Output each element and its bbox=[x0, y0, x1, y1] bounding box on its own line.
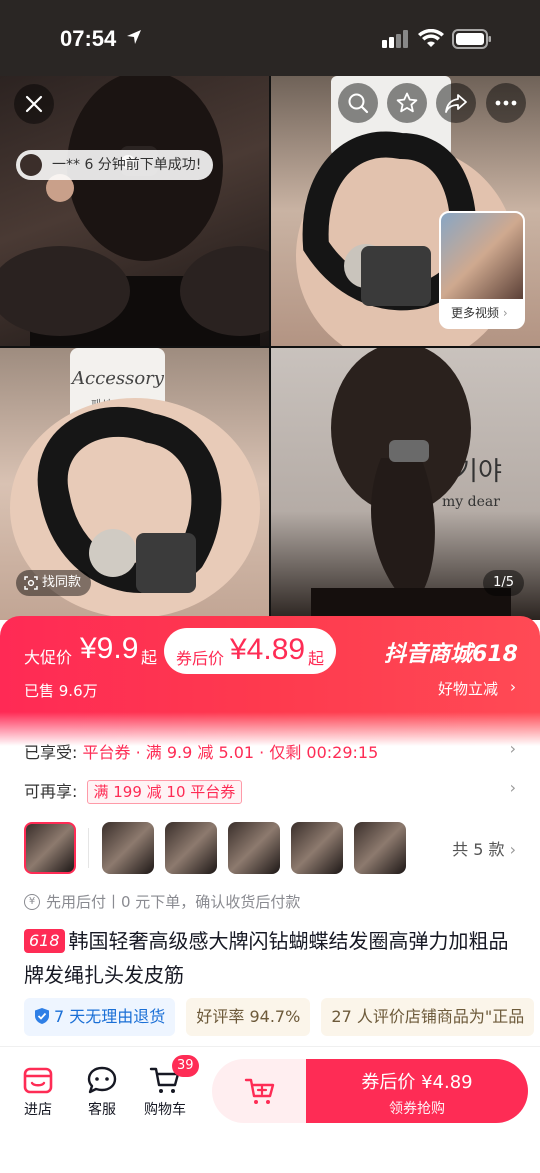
variant-thumbnail[interactable] bbox=[102, 822, 154, 874]
close-button[interactable] bbox=[14, 84, 54, 124]
return-policy-chip[interactable]: 7 天无理由退货 bbox=[24, 998, 176, 1036]
promo-banner: 大促价 ¥9.9 起 券后价 ¥4.89 起 已售 9.6万 抖音商城618 好… bbox=[0, 616, 540, 746]
variant-count[interactable]: 共 5 款 › bbox=[452, 836, 516, 860]
cart-label: 购物车 bbox=[144, 1102, 186, 1118]
recent-order-toast: 一** 6 分钟前下单成功! bbox=[16, 150, 214, 180]
chevron-right-icon: › bbox=[510, 678, 516, 696]
sold-count: 已售 9.6万 bbox=[24, 682, 98, 700]
add-to-cart-icon bbox=[244, 1078, 275, 1104]
battery-icon bbox=[452, 29, 491, 49]
platform-coupon-tag[interactable]: 满 199 减 10 平台券 bbox=[86, 780, 243, 804]
image-pager: 1/5 bbox=[483, 570, 524, 596]
chevron-right-icon: › bbox=[509, 778, 516, 797]
after-coupon-price-pill: 券后价 ¥4.89 起 bbox=[164, 628, 336, 674]
search-button[interactable] bbox=[338, 83, 378, 123]
close-icon bbox=[25, 95, 43, 113]
big-promo-label: 大促价 bbox=[24, 648, 73, 667]
big-promo-suffix: 起 bbox=[141, 648, 158, 667]
chat-icon bbox=[87, 1066, 117, 1094]
after-coupon-label: 券后价 bbox=[176, 649, 225, 668]
customer-service-label: 客服 bbox=[88, 1102, 116, 1118]
toast-text: 一** 6 分钟前下单成功! bbox=[52, 157, 202, 173]
product-title-text: 韩国轻奢高级感大牌闪钻蝴蝶结发圈高弹力加粗品牌发绳扎头发皮筋 bbox=[24, 929, 509, 987]
product-title: 618 韩国轻奢高级感大牌闪钻蝴蝶结发圈高弹力加粗品牌发绳扎头发皮筋 bbox=[24, 924, 516, 992]
more-discount-row[interactable]: 可再享: 满 199 减 10 平台券 › bbox=[24, 778, 516, 804]
more-label: 可再享: bbox=[24, 782, 78, 801]
chevron-right-icon: › bbox=[502, 306, 508, 320]
enjoyed-discount-row[interactable]: 已享受: 平台券 · 满 9.9 减 5.01 · 仅剩 00:29:15 › bbox=[24, 739, 516, 763]
more-options-button[interactable] bbox=[486, 83, 526, 123]
mall-event-title: 抖音商城618 bbox=[384, 642, 518, 667]
status-bar: 07:54 bbox=[0, 0, 540, 76]
product-gallery[interactable]: Accessory 패션 주얼리 가기야 my dear 一** bbox=[0, 76, 540, 620]
find-same-label: 找同款 bbox=[42, 575, 82, 590]
buy-now-button[interactable]: 券后价 ¥4.89 领券抢购 bbox=[306, 1059, 528, 1123]
add-to-cart-button[interactable] bbox=[212, 1059, 308, 1123]
store-button[interactable]: 进店 bbox=[10, 1065, 66, 1119]
more-videos-card[interactable]: 更多视频 › bbox=[439, 211, 525, 329]
buy-now-subtitle: 领券抢购 bbox=[389, 1101, 445, 1117]
rating-chip[interactable]: 好评率 94.7% bbox=[186, 998, 311, 1036]
favorite-button[interactable] bbox=[387, 83, 427, 123]
video-thumbnail bbox=[441, 213, 523, 299]
variant-thumbnail[interactable] bbox=[354, 822, 406, 874]
chevron-right-icon: › bbox=[509, 840, 516, 859]
buy-now-title: 券后价 ¥4.89 bbox=[361, 1072, 473, 1093]
bottom-action-bar: 进店 客服 购物车 39 券后价 ¥4.89 领券抢购 bbox=[0, 1046, 540, 1173]
after-coupon-price: ¥4.89 bbox=[230, 633, 306, 666]
wall-text-2: my dear bbox=[442, 494, 500, 510]
variant-thumbnail-selected[interactable] bbox=[24, 822, 76, 874]
buyer-avatar bbox=[20, 154, 42, 176]
wifi-icon bbox=[418, 29, 444, 47]
variant-thumbnail[interactable] bbox=[165, 822, 217, 874]
return-policy-label: 7 天无理由退货 bbox=[54, 1007, 166, 1026]
more-videos-label: 更多视频 bbox=[451, 306, 500, 320]
shield-check-icon bbox=[35, 1008, 49, 1024]
status-time: 07:54 bbox=[60, 26, 117, 51]
scan-icon bbox=[24, 576, 38, 590]
star-icon bbox=[396, 92, 418, 113]
find-same-button[interactable]: 找同款 bbox=[16, 570, 92, 596]
store-icon bbox=[23, 1067, 53, 1094]
enjoyed-value: 平台券 · 满 9.9 减 5.01 · 仅剩 00:29:15 bbox=[82, 743, 379, 762]
variant-selector[interactable]: 共 5 款 › bbox=[24, 822, 516, 876]
reviews-chip[interactable]: 27 人评价店铺商品为"正品 bbox=[321, 998, 535, 1036]
customer-service-button[interactable]: 客服 bbox=[74, 1065, 130, 1119]
share-button[interactable] bbox=[436, 83, 476, 123]
variant-thumbnail[interactable] bbox=[228, 822, 280, 874]
event-tag: 618 bbox=[24, 929, 65, 953]
service-chips: 7 天无理由退货 好评率 94.7% 27 人评价店铺商品为"正品 bbox=[24, 998, 540, 1038]
mall-event-link[interactable]: 好物立减 bbox=[438, 678, 498, 699]
more-dots-icon bbox=[495, 100, 517, 106]
enjoyed-label: 已享受: bbox=[24, 743, 78, 762]
after-coupon-suffix: 起 bbox=[308, 649, 325, 668]
cellular-signal-icon bbox=[382, 30, 408, 48]
share-icon bbox=[445, 94, 467, 113]
variant-thumbnail[interactable] bbox=[291, 822, 343, 874]
yuan-icon: ¥ bbox=[24, 893, 40, 910]
big-promo-price: ¥9.9 bbox=[80, 632, 139, 665]
cart-badge: 39 bbox=[172, 1055, 199, 1077]
location-arrow-icon bbox=[127, 30, 141, 44]
search-icon bbox=[348, 93, 369, 114]
divider bbox=[88, 828, 89, 868]
variant-count-label: 共 5 款 bbox=[452, 840, 505, 859]
pay-later-info: ¥ 先用后付丨0 元下单，确认收货后付款 bbox=[24, 891, 300, 912]
pay-later-text: 先用后付丨0 元下单，确认收货后付款 bbox=[46, 893, 301, 911]
chevron-right-icon: › bbox=[509, 739, 516, 758]
store-label: 进店 bbox=[24, 1102, 52, 1118]
package-label: Accessory bbox=[70, 368, 165, 389]
